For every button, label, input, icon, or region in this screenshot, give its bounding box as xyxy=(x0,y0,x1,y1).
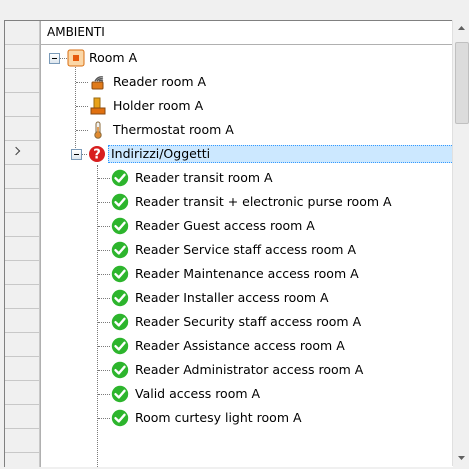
rooms-grid: AMBIENTI Room A Reader room A Holder roo… xyxy=(4,20,453,467)
tree-node-item[interactable]: Valid access room A xyxy=(41,383,453,407)
room-icon xyxy=(67,49,85,67)
tree-node-item[interactable]: Reader Administrator access room A xyxy=(41,359,453,383)
scroll-up-button[interactable] xyxy=(453,20,469,37)
row-indicator[interactable] xyxy=(5,357,40,381)
row-indicator[interactable] xyxy=(5,93,40,117)
tree-node-item[interactable]: Reader Assistance access room A xyxy=(41,335,453,359)
tree-node-label: Room A xyxy=(89,50,138,65)
check-icon xyxy=(111,409,129,427)
tree-node-item[interactable]: Room curtesy light room A xyxy=(41,407,453,431)
tree-node-label: Reader Service staff access room A xyxy=(135,242,356,257)
row-indicator[interactable] xyxy=(5,21,40,45)
row-indicator[interactable] xyxy=(5,213,40,237)
tree-node-label: Room curtesy light room A xyxy=(135,410,302,425)
tree-node-item[interactable]: Reader Service staff access room A xyxy=(41,239,453,263)
tree-node-label: Valid access room A xyxy=(135,386,261,401)
row-indicator[interactable] xyxy=(5,333,40,357)
row-indicator[interactable] xyxy=(5,45,40,69)
tree-node-label: Reader Installer access room A xyxy=(135,290,329,305)
question-icon: ? xyxy=(88,145,106,163)
top-strip xyxy=(0,0,469,20)
scroll-down-button[interactable] xyxy=(453,449,469,466)
tree-node-device[interactable]: Reader room A xyxy=(41,71,453,95)
collapse-toggle[interactable] xyxy=(71,149,82,160)
tree-node-label: Reader transit room A xyxy=(135,170,273,185)
check-icon xyxy=(111,361,129,379)
thermostat-icon xyxy=(89,121,107,139)
check-icon xyxy=(111,241,129,259)
row-indicator[interactable] xyxy=(5,381,40,405)
check-icon xyxy=(111,265,129,283)
tree-node-label: Reader Assistance access room A xyxy=(135,338,345,353)
row-indicator[interactable] xyxy=(5,405,40,429)
tree-node-item[interactable]: Reader Installer access room A xyxy=(41,287,453,311)
tree-node-label: Holder room A xyxy=(113,98,204,113)
row-indicator[interactable] xyxy=(5,117,40,141)
row-indicator-column xyxy=(5,21,40,467)
scrollbar-thumb[interactable] xyxy=(455,42,469,124)
column-header[interactable]: AMBIENTI xyxy=(41,21,453,45)
tree-node-label: Reader room A xyxy=(113,74,207,89)
row-indicator[interactable] xyxy=(5,261,40,285)
row-indicator[interactable] xyxy=(5,453,40,467)
tree-node-device[interactable]: Thermostat room A xyxy=(41,119,453,143)
tree-node-item[interactable]: Reader Guest access room A xyxy=(41,215,453,239)
check-icon xyxy=(111,289,129,307)
vertical-scrollbar[interactable] xyxy=(452,20,469,466)
tree-node-item[interactable]: Reader transit + electronic purse room A xyxy=(41,191,453,215)
row-indicator[interactable] xyxy=(5,429,40,453)
collapse-toggle[interactable] xyxy=(49,53,60,64)
environment-tree: Room A Reader room A Holder room A Therm… xyxy=(41,45,453,467)
svg-text:?: ? xyxy=(93,148,101,163)
tree-node-item[interactable]: Reader Security staff access room A xyxy=(41,311,453,335)
holder-icon xyxy=(89,97,107,115)
tree-node-label: Reader transit + electronic purse room A xyxy=(135,194,392,209)
check-icon xyxy=(111,313,129,331)
tree-node-label: Reader Guest access room A xyxy=(135,218,315,233)
reader-icon xyxy=(89,73,107,91)
row-indicator[interactable] xyxy=(5,237,40,261)
tree-node-label: Indirizzi/Oggetti xyxy=(108,145,453,163)
tree-node-label: Reader Administrator access room A xyxy=(135,362,364,377)
row-indicator[interactable] xyxy=(5,165,40,189)
row-indicator[interactable] xyxy=(5,285,40,309)
current-row-indicator[interactable] xyxy=(5,141,40,165)
tree-node-label: Thermostat room A xyxy=(113,122,234,137)
tree-node-group[interactable]: ? Indirizzi/Oggetti xyxy=(41,143,453,167)
check-icon xyxy=(111,337,129,355)
tree-node-label: Reader Maintenance access room A xyxy=(135,266,359,281)
check-icon xyxy=(111,217,129,235)
column-header-label: AMBIENTI xyxy=(47,25,105,39)
tree-node-device[interactable]: Holder room A xyxy=(41,95,453,119)
check-icon xyxy=(111,169,129,187)
check-icon xyxy=(111,193,129,211)
tree-node-label: Reader Security staff access room A xyxy=(135,314,362,329)
check-icon xyxy=(111,385,129,403)
row-indicator[interactable] xyxy=(5,189,40,213)
row-indicator[interactable] xyxy=(5,309,40,333)
tree-node-room[interactable]: Room A xyxy=(41,47,453,71)
row-indicator[interactable] xyxy=(5,69,40,93)
tree-node-item[interactable]: Reader Maintenance access room A xyxy=(41,263,453,287)
tree-node-item[interactable]: Reader transit room A xyxy=(41,167,453,191)
